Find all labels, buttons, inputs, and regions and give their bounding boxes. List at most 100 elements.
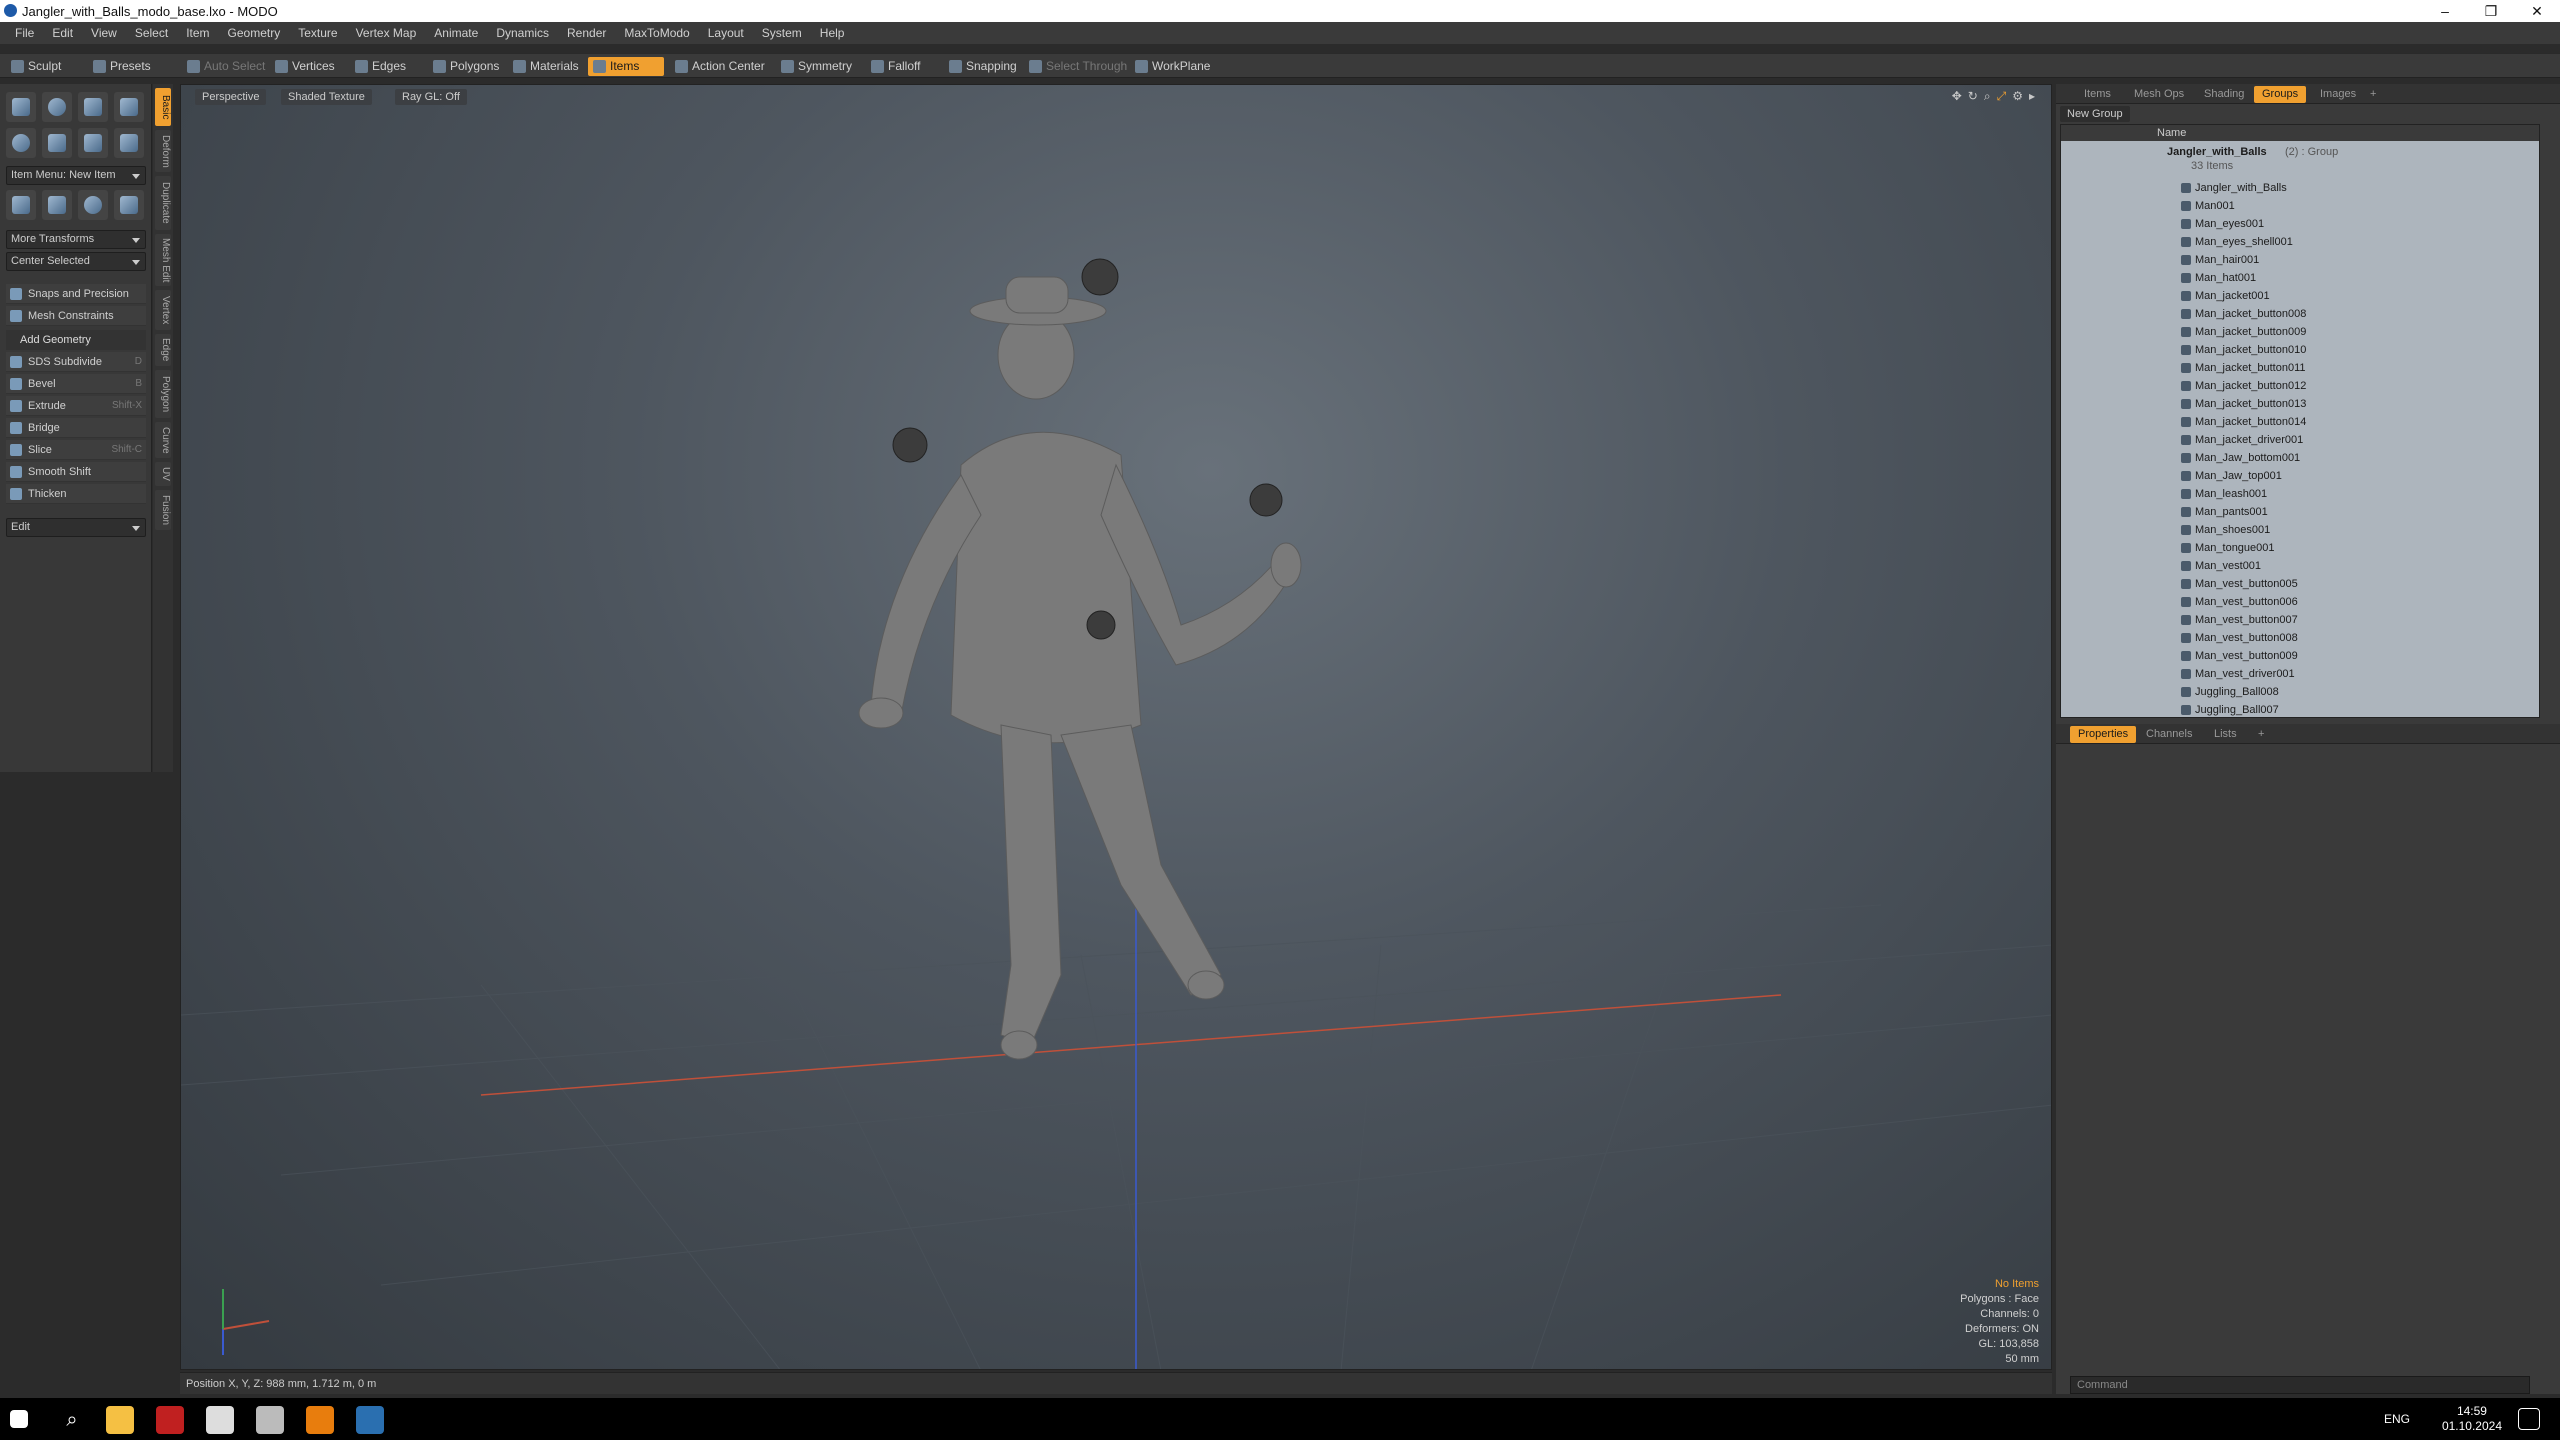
minimize-button[interactable]: – — [2422, 0, 2468, 22]
shading-mode-button[interactable]: Shaded Texture — [281, 89, 372, 105]
clock[interactable]: 14:59 01.10.2024 — [2442, 1404, 2502, 1434]
vtab-mesh-edit[interactable]: Mesh Edit — [155, 234, 171, 286]
thicken-button[interactable]: Thicken — [6, 484, 146, 504]
snaps-precision-button[interactable]: Snaps and Precision — [6, 284, 146, 304]
juggler-model[interactable] — [858, 276, 1302, 1060]
materials-button[interactable]: Materials — [508, 57, 585, 76]
move-icon[interactable] — [6, 190, 36, 220]
sculpt-button[interactable]: Sculpt — [6, 57, 67, 76]
tab-items[interactable]: Items — [2076, 86, 2119, 103]
bridge-button[interactable]: Bridge — [6, 418, 146, 438]
vtab-polygon[interactable]: Polygon — [155, 370, 171, 418]
tab-properties[interactable]: Properties — [2070, 726, 2137, 743]
workplane-button[interactable]: WorkPlane — [1130, 57, 1216, 76]
search-icon[interactable]: ⌕ — [58, 1406, 86, 1434]
group-item-row[interactable]: Man_eyes_shell001 — [2061, 233, 2539, 251]
group-item-row[interactable]: Man_jacket_button009 — [2061, 323, 2539, 341]
group-item-row[interactable]: Man_jacket_button010 — [2061, 341, 2539, 359]
pan-icon[interactable]: ✥ — [1952, 89, 1962, 104]
group-item-row[interactable]: Man_shoes001 — [2061, 521, 2539, 539]
menu-render[interactable]: Render — [558, 26, 615, 40]
vtab-uv[interactable]: UV — [155, 462, 171, 486]
extrude-button[interactable]: Extrude Shift-X — [6, 396, 146, 416]
view-perspective-button[interactable]: Perspective — [195, 89, 267, 105]
chevron-right-icon[interactable]: ▸ — [2029, 89, 2035, 104]
group-item-row[interactable]: Man_jacket_button008 — [2061, 305, 2539, 323]
group-item-row[interactable]: Man_tongue001 — [2061, 539, 2539, 557]
group-item-row[interactable]: Man_Jaw_top001 — [2061, 467, 2539, 485]
juggling-ball[interactable] — [892, 427, 928, 463]
center-selected-dropdown[interactable]: Center Selected — [6, 252, 146, 271]
tab-shading[interactable]: Shading — [2196, 86, 2252, 103]
capsule-icon[interactable] — [42, 128, 72, 158]
group-item-row[interactable]: Man_vest_button006 — [2061, 593, 2539, 611]
add-tab-button[interactable]: + — [2362, 86, 2384, 103]
vtab-fusion[interactable]: Fusion — [155, 490, 171, 530]
vertices-button[interactable]: Vertices — [270, 57, 341, 76]
group-item-row[interactable]: Jangler_with_Balls — [2061, 179, 2539, 197]
fit-icon[interactable]: ⤢ — [1997, 89, 2007, 104]
group-item-row[interactable]: Juggling_Ball007 — [2061, 701, 2539, 717]
cube-icon[interactable] — [6, 92, 36, 122]
tab-images[interactable]: Images — [2312, 86, 2364, 103]
tab-lists[interactable]: Lists — [2206, 726, 2245, 743]
juggling-ball[interactable] — [1086, 610, 1116, 640]
app-p-icon[interactable] — [206, 1406, 234, 1434]
add-tab-button[interactable]: + — [2250, 726, 2272, 743]
windows-start-icon[interactable] — [10, 1410, 28, 1428]
menu-select[interactable]: Select — [126, 26, 177, 40]
sphere-icon[interactable] — [42, 92, 72, 122]
group-item-row[interactable]: Man_vest_button005 — [2061, 575, 2539, 593]
items-button[interactable]: Items — [588, 57, 664, 76]
opera-icon[interactable] — [156, 1406, 184, 1434]
tab-groups[interactable]: Groups — [2254, 86, 2307, 103]
rotate-icon[interactable] — [42, 190, 72, 220]
tab-mesh-ops[interactable]: Mesh Ops — [2126, 86, 2192, 103]
smooth-shift-button[interactable]: Smooth Shift — [6, 462, 146, 482]
group-item-row[interactable]: Man_jacket_button011 — [2061, 359, 2539, 377]
scale-icon[interactable] — [78, 190, 108, 220]
menu-texture[interactable]: Texture — [289, 26, 346, 40]
cone-icon[interactable] — [114, 92, 144, 122]
group-item-row[interactable]: Man_hair001 — [2061, 251, 2539, 269]
vtab-deform[interactable]: Deform — [155, 130, 171, 172]
action-center-button[interactable]: Action Center — [670, 57, 771, 76]
group-item-row[interactable]: Man_hat001 — [2061, 269, 2539, 287]
group-item-row[interactable]: Man_jacket001 — [2061, 287, 2539, 305]
group-item-row[interactable]: Man_jacket_button014 — [2061, 413, 2539, 431]
3d-viewport[interactable]: Perspective Shaded Texture Ray GL: Off ✥… — [180, 84, 2052, 1370]
language-indicator[interactable]: ENG — [2384, 1412, 2410, 1426]
polygons-button[interactable]: Polygons — [428, 57, 505, 76]
modo-taskbar-icon[interactable] — [356, 1406, 384, 1434]
menu-vertex-map[interactable]: Vertex Map — [347, 26, 426, 40]
edges-button[interactable]: Edges — [350, 57, 412, 76]
group-item-row[interactable]: Man_vest_button009 — [2061, 647, 2539, 665]
group-item-row[interactable]: Man_vest_button007 — [2061, 611, 2539, 629]
menu-animate[interactable]: Animate — [425, 26, 487, 40]
group-item-row[interactable]: Juggling_Ball008 — [2061, 683, 2539, 701]
group-item-row[interactable]: Man_leash001 — [2061, 485, 2539, 503]
group-item-row[interactable]: Man_jacket_button013 — [2061, 395, 2539, 413]
notification-icon[interactable] — [2518, 1408, 2540, 1430]
juggling-ball[interactable] — [1081, 258, 1119, 296]
select-through-button[interactable]: Select Through — [1024, 57, 1133, 76]
blender-icon[interactable] — [306, 1406, 334, 1434]
menu-item[interactable]: Item — [177, 26, 218, 40]
group-item-row[interactable]: Man_vest001 — [2061, 557, 2539, 575]
group-item-row[interactable]: Man_pants001 — [2061, 503, 2539, 521]
more-transforms-dropdown[interactable]: More Transforms — [6, 230, 146, 249]
notepad-icon[interactable] — [256, 1406, 284, 1434]
menu-layout[interactable]: Layout — [699, 26, 753, 40]
group-item-row[interactable]: Man_Jaw_bottom001 — [2061, 449, 2539, 467]
gear-icon[interactable]: ⚙ — [2012, 89, 2023, 104]
falloff-button[interactable]: Falloff — [866, 57, 926, 76]
cylinder-icon[interactable] — [78, 92, 108, 122]
zoom-icon[interactable]: ⌕ — [1984, 89, 1991, 104]
maximize-button[interactable]: ❐ — [2468, 0, 2514, 22]
transform-icon[interactable] — [114, 190, 144, 220]
raygl-button[interactable]: Ray GL: Off — [395, 89, 467, 105]
new-group-button[interactable]: New Group — [2060, 106, 2130, 122]
command-input[interactable]: Command — [2070, 1376, 2530, 1394]
file-explorer-icon[interactable] — [106, 1406, 134, 1434]
tab-channels[interactable]: Channels — [2138, 726, 2200, 743]
